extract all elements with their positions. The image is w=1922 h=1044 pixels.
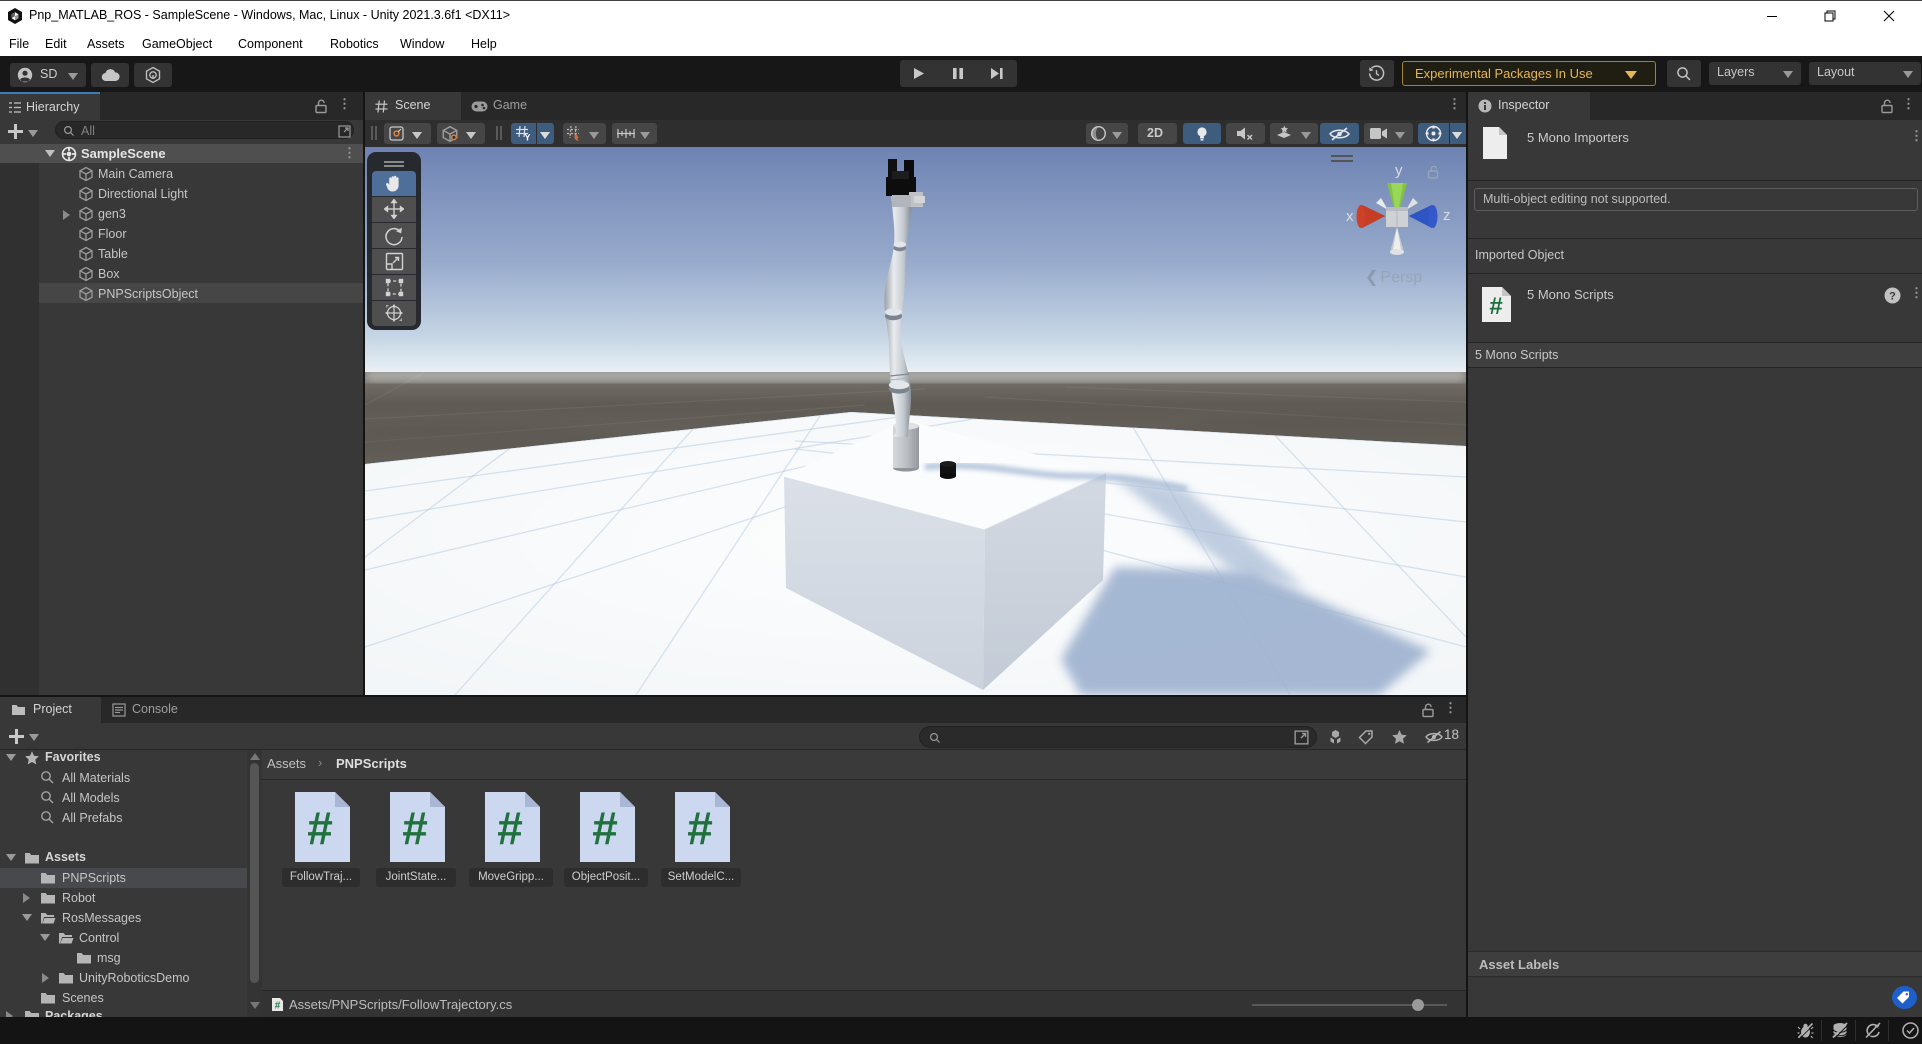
- svg-text:z: z: [1443, 207, 1451, 224]
- svg-text:?: ?: [1889, 291, 1896, 303]
- svg-text:Y: Y: [524, 133, 530, 143]
- svg-text:#: #: [1489, 293, 1502, 320]
- svg-text:y: y: [1395, 162, 1403, 179]
- svg-text:#: #: [275, 1001, 281, 1012]
- svg-text:x: x: [1346, 208, 1354, 225]
